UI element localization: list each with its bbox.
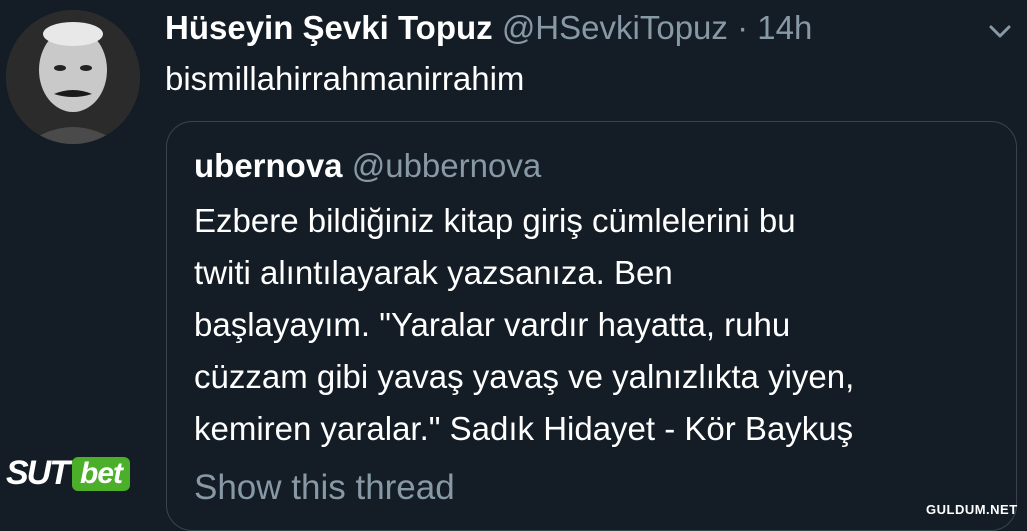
timestamp[interactable]: 14h <box>757 9 812 46</box>
quoted-tweet-header: ubernova @ubbernova <box>194 144 541 188</box>
logo-bet-badge: bet <box>72 456 130 491</box>
quoted-text-line: Ezbere bildiğiniz kitap giriş cümlelerin… <box>194 202 796 239</box>
quoted-tweet-text: Ezbere bildiğiniz kitap giriş cümlelerin… <box>194 195 1004 455</box>
quoted-text-line: başlayayım. "Yaralar vardır hayatta, ruh… <box>194 306 791 343</box>
quoted-display-name: ubernova <box>194 147 343 184</box>
separator-dot: · <box>737 9 749 46</box>
quoted-text-line: twiti alıntılayarak yazsanıza. Ben <box>194 254 673 291</box>
quoted-text-line: cüzzam gibi yavaş yavaş ve yalnızlıkta y… <box>194 358 855 395</box>
quoted-text-line: kemiren yaralar." Sadık Hidayet - Kör Ba… <box>194 410 854 447</box>
avatar[interactable] <box>6 10 140 144</box>
tweet-header: Hüseyin Şevki Topuz @HSevkiTopuz · 14h <box>165 6 812 50</box>
chevron-down-icon <box>989 25 1011 38</box>
watermark: GULDUM.NET <box>926 502 1018 517</box>
quoted-handle: @ubbernova <box>351 147 542 184</box>
logo-sut-text: SUT <box>6 454 70 492</box>
display-name[interactable]: Hüseyin Şevki Topuz <box>165 9 493 46</box>
handle[interactable]: @HSevkiTopuz <box>502 9 728 46</box>
quoted-tweet-card[interactable]: ubernova @ubbernova Ezbere bildiğiniz ki… <box>166 121 1017 531</box>
tweet-text: bismillahirrahmanirrahim <box>165 60 525 97</box>
sutbet-logo: SUT bet <box>6 454 130 493</box>
logo-bet-text: bet <box>80 456 123 490</box>
avatar-photo-icon <box>6 10 140 144</box>
show-thread-link[interactable]: Show this thread <box>194 464 455 512</box>
more-options-button[interactable] <box>980 14 1020 50</box>
